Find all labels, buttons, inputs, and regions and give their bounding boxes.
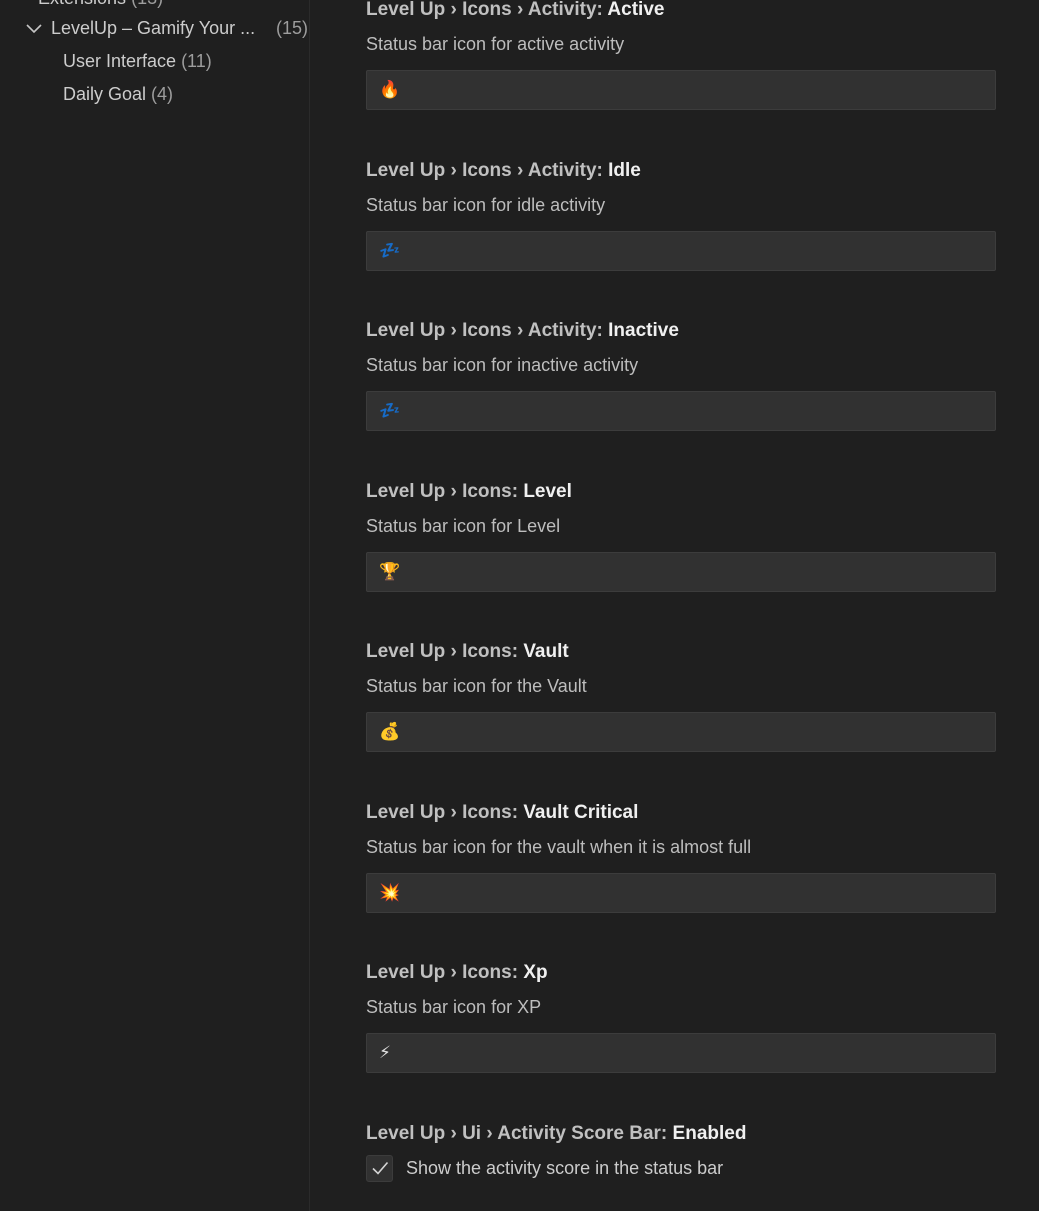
setting-icons-vault-critical: Level Up › Icons: Vault Critical Status … (366, 801, 996, 913)
setting-key: Active (607, 0, 665, 20)
setting-key: Enabled (672, 1123, 747, 1144)
settings-toc: Extensions (13) LevelUp – Gamify Your ..… (0, 0, 310, 1211)
setting-title: Level Up › Icons › Activity: Idle (366, 159, 996, 183)
checkmark-icon (371, 1161, 388, 1175)
setting-crumb: Level Up › Ui › Activity Score Bar: (366, 1123, 673, 1144)
toc-item-label: Extensions (38, 0, 126, 8)
setting-crumb: Level Up › Icons › Activity: (366, 160, 609, 181)
setting-title: Level Up › Icons: Vault (366, 640, 996, 664)
settings-list: Level Up › Icons › Activity: Active Stat… (310, 0, 1039, 1211)
collision-icon: 💥 (379, 883, 401, 903)
setting-key: Vault (523, 641, 569, 662)
toc-item-count: (11) (181, 51, 212, 71)
setting-activity-idle: Level Up › Icons › Activity: Idle Status… (366, 159, 996, 271)
toc-item-user-interface[interactable]: User Interface (11) (63, 49, 212, 73)
lightning-icon: ⚡ (379, 1043, 391, 1063)
setting-value-input[interactable]: 💰 (366, 712, 996, 752)
setting-icons-xp: Level Up › Icons: Xp Status bar icon for… (366, 961, 996, 1073)
setting-title: Level Up › Icons › Activity: Active (366, 0, 996, 22)
settings-editor: Extensions (13) LevelUp – Gamify Your ..… (0, 0, 1039, 1211)
setting-description: Status bar icon for the Vault (366, 676, 587, 696)
setting-activity-active: Level Up › Icons › Activity: Active Stat… (366, 0, 996, 110)
setting-value-input[interactable]: ⚡ (366, 1033, 996, 1073)
trophy-icon: 🏆 (379, 562, 401, 582)
toc-item-count: (13) (131, 0, 163, 8)
setting-description: Status bar icon for idle activity (366, 195, 606, 215)
setting-crumb: Level Up › Icons: (366, 641, 524, 662)
setting-crumb: Level Up › Icons: (366, 481, 524, 502)
toc-item-daily-goal[interactable]: Daily Goal (4) (63, 82, 173, 106)
checkbox-row: Show the activity score in the status ba… (366, 1154, 996, 1182)
setting-activity-inactive: Level Up › Icons › Activity: Inactive St… (366, 319, 996, 431)
chevron-down-icon (24, 16, 44, 40)
setting-title: Level Up › Icons: Level (366, 480, 996, 504)
toc-item-label: Daily Goal (63, 84, 147, 104)
zzz-icon: 💤 (379, 241, 401, 261)
setting-title: Level Up › Icons › Activity: Inactive (366, 319, 996, 343)
setting-key: Level (523, 481, 572, 502)
setting-icons-vault: Level Up › Icons: Vault Status bar icon … (366, 640, 996, 752)
setting-crumb: Level Up › Icons: (366, 802, 524, 823)
setting-title: Level Up › Ui › Activity Score Bar: Enab… (366, 1122, 996, 1146)
setting-crumb: Level Up › Icons › Activity: (366, 0, 608, 20)
setting-value-input[interactable]: 🏆 (366, 552, 996, 592)
setting-icons-level: Level Up › Icons: Level Status bar icon … (366, 480, 996, 592)
toc-item-count: (15) (276, 18, 309, 38)
fire-icon: 🔥 (379, 80, 401, 100)
toc-item-label: LevelUp – Gamify Your ... (51, 18, 256, 38)
toc-item-levelup[interactable]: LevelUp – Gamify Your ... (15) (24, 16, 309, 40)
checkbox-label: Show the activity score in the status ba… (406, 1157, 724, 1178)
setting-key: Idle (608, 160, 641, 181)
setting-key: Inactive (608, 320, 679, 341)
toc-item-label: User Interface (63, 51, 177, 71)
setting-crumb: Level Up › Icons › Activity: (366, 320, 609, 341)
setting-description: Status bar icon for Level (366, 516, 561, 536)
setting-description: Status bar icon for active activity (366, 34, 625, 54)
enabled-checkbox[interactable] (366, 1154, 393, 1182)
setting-key: Vault Critical (523, 802, 639, 823)
setting-value-input[interactable]: 🔥 (366, 70, 996, 110)
setting-description: Status bar icon for inactive activity (366, 355, 639, 375)
setting-key: Xp (523, 962, 548, 983)
toc-item-count: (4) (151, 84, 174, 104)
setting-description: Status bar icon for the vault when it is… (366, 837, 752, 857)
setting-value-input[interactable]: 💤 (366, 231, 996, 271)
zzz-icon: 💤 (379, 401, 401, 421)
setting-value-input[interactable]: 💥 (366, 873, 996, 913)
setting-title: Level Up › Icons: Vault Critical (366, 801, 996, 825)
setting-description: Status bar icon for XP (366, 997, 542, 1017)
toc-item-extensions[interactable]: Extensions (13) (38, 0, 163, 10)
setting-activity-score-bar-enabled: Level Up › Ui › Activity Score Bar: Enab… (366, 1122, 996, 1182)
setting-crumb: Level Up › Icons: (366, 962, 524, 983)
setting-value-input[interactable]: 💤 (366, 391, 996, 431)
money-bag-icon: 💰 (379, 722, 401, 742)
setting-title: Level Up › Icons: Xp (366, 961, 996, 985)
